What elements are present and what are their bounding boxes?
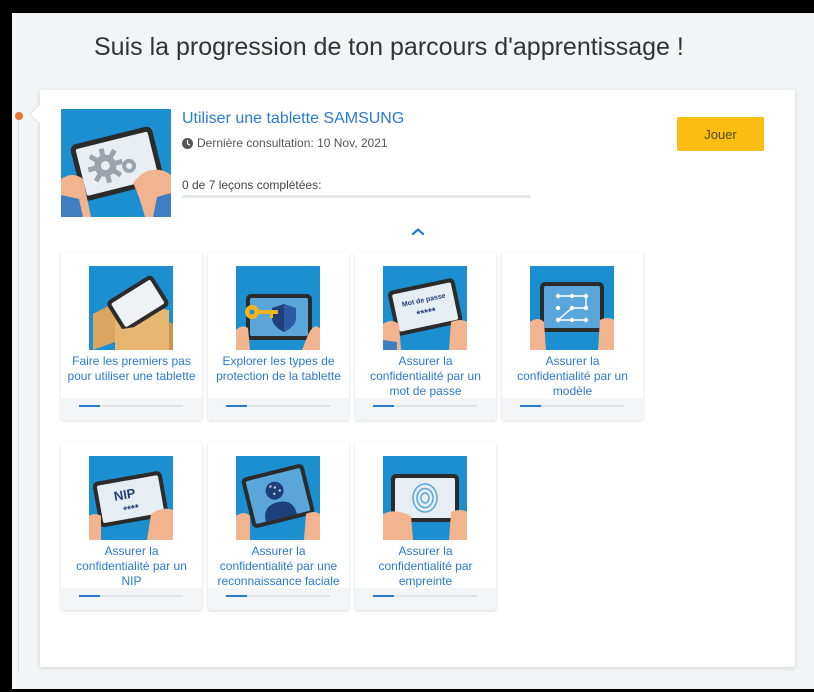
lesson-card[interactable]: Mot de passe ***** Assurer la confidenti… (355, 252, 496, 420)
lesson-progress-fill (79, 595, 100, 597)
lesson-progress-fill (226, 595, 247, 597)
lesson-title[interactable]: Assurer la confidentialité par une recon… (214, 544, 343, 589)
lesson-title[interactable]: Faire les premiers pas pour utiliser une… (67, 354, 196, 384)
lesson-card[interactable]: Faire les premiers pas pour utiliser une… (61, 252, 202, 420)
course-title[interactable]: Utiliser une tablette SAMSUNG (182, 110, 404, 128)
lesson-progress-fill (226, 405, 247, 407)
lesson-card[interactable]: Assurer la confidentialité par une recon… (208, 442, 349, 610)
lesson-progress-fill (520, 405, 541, 407)
lesson-footer (355, 398, 496, 420)
lesson-card[interactable]: NIP **** Assurer la confidentialité par … (61, 442, 202, 610)
pin-tablet-icon: NIP **** (89, 456, 173, 540)
lesson-progress-fill (373, 595, 394, 597)
lesson-card[interactable]: Assurer la confidentialité par un modèle (502, 252, 643, 420)
lesson-progress-bar (520, 405, 624, 407)
lesson-footer (355, 588, 496, 610)
lesson-progress-fill (79, 405, 100, 407)
face-recognition-icon (236, 456, 320, 540)
last-viewed: Dernière consultation: 10 Nov, 2021 (182, 136, 388, 150)
pattern-lock-icon (530, 266, 614, 350)
course-card: Utiliser une tablette SAMSUNG Dernière c… (30, 90, 795, 667)
course-progress-bar (182, 195, 530, 198)
lesson-title[interactable]: Explorer les types de protection de la t… (214, 354, 343, 384)
lesson-footer (61, 588, 202, 610)
timeline-line (18, 113, 19, 673)
lesson-progress-bar (226, 405, 330, 407)
tablet-in-box-icon (89, 266, 173, 350)
lesson-footer (208, 588, 349, 610)
clock-icon (182, 137, 193, 149)
page-title: Suis la progression de ton parcours d'ap… (94, 33, 684, 61)
lessons-completed: 0 de 7 leçons complétées: (182, 178, 322, 192)
lesson-progress-bar (373, 405, 477, 407)
chevron-up-icon[interactable] (409, 225, 427, 239)
play-button[interactable]: Jouer (677, 117, 764, 151)
card-pointer (30, 105, 48, 123)
tablet-settings-icon[interactable] (61, 109, 171, 217)
last-viewed-text: Dernière consultation: 10 Nov, 2021 (197, 136, 388, 150)
lesson-title[interactable]: Assurer la confidentialité par empreinte (361, 544, 490, 589)
lesson-card[interactable]: Assurer la confidentialité par empreinte (355, 442, 496, 610)
password-tablet-icon: Mot de passe ***** (383, 266, 467, 350)
timeline-dot (15, 112, 23, 120)
key-shield-icon (236, 266, 320, 350)
lesson-footer (208, 398, 349, 420)
lesson-title[interactable]: Assurer la confidentialité par un mot de… (361, 354, 490, 399)
lesson-footer (61, 398, 202, 420)
app-frame: Suis la progression de ton parcours d'ap… (12, 13, 814, 689)
lesson-progress-bar (226, 595, 330, 597)
lesson-card[interactable]: Explorer les types de protection de la t… (208, 252, 349, 420)
lesson-title[interactable]: Assurer la confidentialité par un modèle (508, 354, 637, 399)
lesson-footer (502, 398, 643, 420)
lesson-title[interactable]: Assurer la confidentialité par un NIP (67, 544, 196, 589)
lesson-progress-fill (373, 405, 394, 407)
fingerprint-icon (383, 456, 467, 540)
lesson-progress-bar (373, 595, 477, 597)
lesson-progress-bar (79, 595, 183, 597)
lesson-progress-bar (79, 405, 183, 407)
